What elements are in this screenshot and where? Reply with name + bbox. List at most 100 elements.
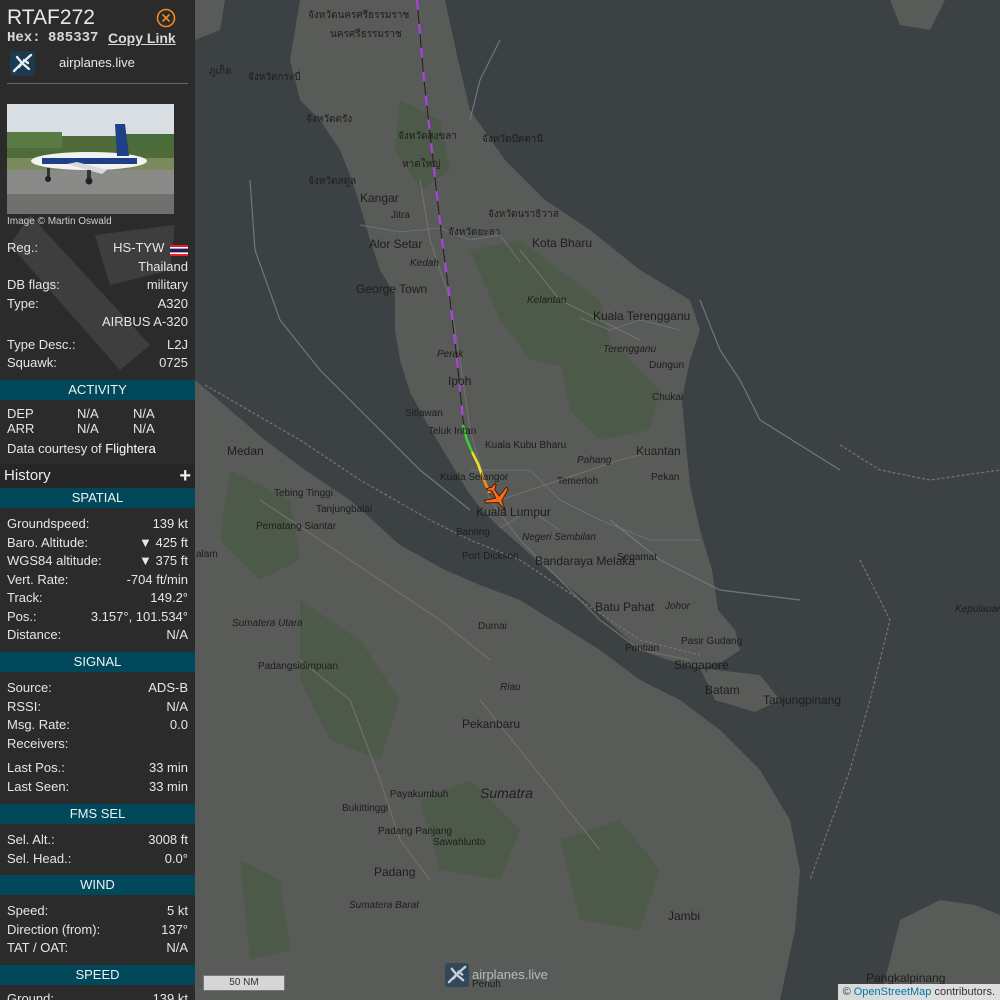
section-header-wind[interactable]: WIND (0, 875, 195, 895)
spatial-row: Track: 149.2° (0, 589, 195, 608)
airplanes-live-logo-icon[interactable] (10, 51, 35, 76)
map-label-banting: Banting (456, 527, 490, 538)
spatial-label: Groundspeed: (7, 516, 90, 531)
map-label-th3: จังหวัดกระบี่ (248, 69, 301, 83)
signal-row: Last Pos.: 33 min (0, 759, 195, 778)
attribution-prefix: © (842, 986, 851, 998)
map-label-johor: Johor (664, 601, 691, 612)
data-courtesy: Data courtesy of Flightera (0, 436, 195, 456)
spatial-label: Baro. Altitude: (7, 534, 88, 550)
map-label-george-town: George Town (356, 282, 427, 296)
fms-label: Sel. Head.: (7, 850, 72, 866)
aircraft-callsign: RTAF272 (7, 6, 95, 29)
speed-label: Ground: (7, 991, 54, 1000)
spatial-row: WGS84 altitude: ▼ 375 ft (0, 552, 195, 571)
wind-row: Direction (from): 137° (0, 921, 195, 940)
signal-label: RSSI: (7, 698, 41, 714)
detail-row-type-desc: Type Desc.: L2J (0, 336, 195, 355)
expand-plus-icon[interactable]: + (179, 464, 191, 488)
fms-label: Sel. Alt.: (7, 832, 55, 847)
map-label-tanjungbalai: Tanjungbalai (316, 504, 372, 515)
photo-credit: Image © Martin Oswald (7, 216, 112, 227)
map-label-sumatera-utara: Sumatera Utara (232, 618, 303, 629)
map-label-batam: Batam (705, 683, 740, 697)
map-label-dumai: Dumai (478, 621, 507, 632)
site-name-link[interactable]: airplanes.live (59, 55, 135, 70)
spatial-label: WGS84 altitude: (7, 553, 102, 568)
map-label-jitra: Jitra (391, 210, 410, 221)
map-label-pangkalpinang: Pangkalpinang (866, 971, 945, 985)
map-label-pontian: Pontian (625, 643, 659, 654)
openstreetmap-link[interactable]: OpenStreetMap (854, 986, 932, 998)
activity-label: ARR (7, 421, 35, 436)
map-label-pekanbaru: Pekanbaru (462, 717, 520, 731)
spatial-row: Pos.: 3.157°, 101.534° (0, 608, 195, 627)
detail-row-type: Type: A320 (0, 295, 195, 314)
copy-link-button[interactable]: Copy Link (108, 30, 176, 46)
spatial-label: Track: (7, 590, 43, 605)
map-label-teluk-intan: Teluk Intan (428, 426, 476, 437)
close-icon[interactable] (156, 8, 176, 28)
country-value: Thailand (138, 258, 188, 274)
map-label-payakumbuh: Payakumbuh (390, 789, 448, 800)
section-header-speed[interactable]: SPEED (0, 965, 195, 985)
section-header-activity[interactable]: ACTIVITY (0, 380, 195, 400)
signal-label: Msg. Rate: (7, 717, 70, 732)
signal-label: Source: (7, 680, 52, 695)
wind-label: TAT / OAT: (7, 940, 69, 955)
signal-row: RSSI: N/A (0, 698, 195, 717)
map-label-pekan: Pekan (651, 472, 679, 483)
groundspeed-value: 139 kt (152, 516, 188, 531)
map-canvas[interactable]: จังหวัดนครศรีธรรมราช นครศรีธรรมราช จังหว… (195, 0, 1000, 1000)
section-header-signal[interactable]: SIGNAL (0, 652, 195, 672)
last-pos-value: 33 min (148, 760, 188, 775)
spatial-label: Vert. Rate: (7, 571, 69, 587)
aircraft-info-sidebar: RTAF272 Hex: 885337 Copy Link airplanes.… (0, 0, 195, 1000)
map-label-chukai: Chukai (652, 392, 683, 403)
map-label-th6: จังหวัดสงขลา (398, 131, 457, 142)
map-label-th2: นครศรีธรรมราช (330, 28, 402, 40)
rssi-value: N/A (166, 698, 188, 714)
scale-bar: 50 NM (203, 975, 285, 991)
map-label-terengganu: Terengganu (603, 344, 656, 355)
wind-direction-value: 137° (161, 921, 188, 937)
section-header-spatial[interactable]: SPATIAL (0, 488, 195, 508)
map-label-th11: จังหวัดยะลา (448, 227, 500, 238)
spatial-label: Distance: (7, 627, 62, 642)
activity-row-dep: DEP N/A N/A (0, 406, 195, 421)
detail-row-registration: Reg.: HS-TYW (0, 239, 195, 258)
map-label-pahang: Pahang (577, 455, 612, 466)
detail-row-db-flags: DB flags: military (0, 276, 195, 295)
map-label-port-dickson: Port Dickson (462, 551, 519, 562)
sel-alt-value: 3008 ft (148, 832, 188, 847)
map-view[interactable]: จังหวัดนครศรีธรรมราช นครศรีธรรมราช จังหว… (195, 0, 1000, 1000)
wind-label: Speed: (7, 903, 49, 918)
map-label-sawahlunto: Sawahlunto (433, 837, 486, 848)
ground-speed-value: 139 kt (152, 991, 188, 1000)
map-label-pematang-siantar: Pematang Siantar (256, 521, 337, 532)
map-label-th7: จังหวัดปัตตานี (482, 133, 543, 145)
map-label-padangsidimpuan: Padangsidimpuan (258, 661, 338, 672)
courtesy-source-link[interactable]: Flightera (105, 441, 156, 456)
activity-label: DEP (7, 406, 34, 421)
last-seen-value: 33 min (148, 778, 188, 794)
spatial-row: Groundspeed: 139 kt (0, 515, 195, 534)
signal-row: Receivers: (0, 735, 195, 754)
baro-altitude-value: ▼ 425 ft (138, 534, 188, 550)
spatial-row: Vert. Rate: -704 ft/min (0, 571, 195, 590)
thailand-flag-icon (170, 243, 188, 257)
map-label-padang-panjang-1: Padang Panjang (378, 826, 452, 837)
type-desc-value: L2J (167, 336, 188, 352)
aircraft-photo[interactable] (7, 104, 174, 214)
map-label-th8: หาดใหญ่ (402, 158, 441, 170)
wind-row: Speed: 5 kt (0, 902, 195, 921)
map-label-batu-pahat: Batu Pahat (595, 600, 655, 614)
section-header-fms-sel[interactable]: FMS SEL (0, 804, 195, 824)
activity-value: N/A (133, 421, 155, 436)
wind-label: Direction (from): (7, 921, 101, 937)
msg-rate-value: 0.0 (169, 717, 188, 732)
map-label-sumatera-barat: Sumatera Barat (349, 900, 420, 911)
history-toggle[interactable]: History + (0, 464, 195, 488)
map-label-alor-setar: Alor Setar (369, 237, 422, 251)
map-label-th5: จังหวัดตรัง (306, 114, 352, 125)
